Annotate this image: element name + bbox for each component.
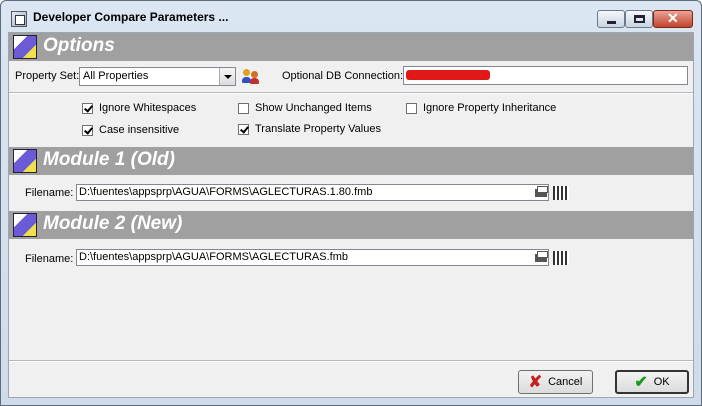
options-icon [13, 35, 37, 59]
module1-filename-value: D:\fuentes\appsprp\AGUA\FORMS\AGLECTURAS… [79, 186, 373, 198]
property-set-label: Property Set: [15, 70, 80, 82]
db-connection-label: Optional DB Connection: [282, 70, 404, 82]
cancel-button[interactable]: ✘ Cancel [518, 370, 593, 394]
module1-filename-label: Filename: [25, 187, 74, 199]
chevron-down-icon[interactable] [219, 68, 235, 85]
module1-header: Module 1 (Old) [9, 147, 693, 175]
window-title: Developer Compare Parameters ... [33, 10, 229, 24]
cancel-button-label: Cancel [548, 376, 583, 388]
module2-filename-value: D:\fuentes\appsprp\AGUA\FORMS\AGLECTURAS… [79, 251, 348, 263]
title-bar[interactable]: Developer Compare Parameters ... ✕ [1, 1, 701, 35]
checkbox-box[interactable] [238, 123, 249, 135]
options-divider [9, 92, 693, 94]
checkbox-box[interactable] [82, 124, 93, 136]
checkbox-label: Translate Property Values [255, 123, 381, 135]
property-set-users-icon[interactable] [242, 68, 260, 84]
module2-filename-label: Filename: [25, 253, 74, 265]
dialog-window: Developer Compare Parameters ... ✕ Optio… [0, 0, 702, 406]
property-set-select[interactable]: All Properties [79, 67, 236, 86]
show-unchanged-items-checkbox[interactable]: Show Unchanged Items [238, 102, 372, 114]
module2-title: Module 2 (New) [43, 213, 183, 234]
db-connection-input[interactable] [403, 66, 688, 85]
close-icon: ✕ [667, 10, 679, 26]
options-title: Options [43, 35, 115, 56]
checkbox-label: Ignore Property Inheritance [423, 102, 557, 114]
module2-header: Module 2 (New) [9, 211, 693, 239]
checkbox-box[interactable] [82, 102, 93, 114]
ignore-property-inheritance-checkbox[interactable]: Ignore Property Inheritance [406, 102, 556, 114]
module2-filename-input[interactable]: D:\fuentes\appsprp\AGUA\FORMS\AGLECTURAS… [76, 249, 549, 266]
checkbox-label: Ignore Whitespaces [99, 102, 197, 114]
module1-title: Module 1 (Old) [43, 149, 175, 170]
ok-button-label: OK [653, 376, 670, 388]
checkmark-icon: ✔ [634, 374, 648, 391]
maximize-icon [634, 15, 645, 23]
case-insensitive-checkbox[interactable]: Case insensitive [82, 124, 179, 136]
options-header: Options [9, 33, 693, 61]
module2-pick-module-icon[interactable] [553, 251, 569, 265]
module2-icon [13, 213, 37, 237]
checkbox-box[interactable] [406, 102, 417, 114]
close-button[interactable]: ✕ [653, 10, 693, 28]
maximize-button[interactable] [625, 10, 653, 28]
checkbox-label: Case insensitive [99, 124, 180, 136]
property-set-value: All Properties [83, 70, 149, 82]
redacted-value [406, 70, 490, 80]
minimize-button[interactable] [597, 10, 625, 28]
checkbox-box[interactable] [238, 102, 249, 114]
module2-browse-icon[interactable] [534, 250, 548, 264]
dialog-body: Options Property Set: All Properties Opt… [8, 32, 694, 398]
module1-filename-input[interactable]: D:\fuentes\appsprp\AGUA\FORMS\AGLECTURAS… [76, 184, 549, 201]
cancel-x-icon: ✘ [528, 374, 543, 391]
ok-button[interactable]: ✔ OK [615, 370, 689, 394]
module1-pick-module-icon[interactable] [553, 186, 569, 200]
module1-icon [13, 149, 37, 173]
app-icon [11, 11, 27, 27]
checkbox-label: Show Unchanged Items [255, 102, 372, 114]
ignore-whitespaces-checkbox[interactable]: Ignore Whitespaces [82, 102, 196, 114]
module1-browse-icon[interactable] [534, 185, 548, 199]
translate-property-values-checkbox[interactable]: Translate Property Values [238, 123, 381, 135]
minimize-icon [607, 21, 616, 24]
footer-divider [9, 360, 693, 362]
